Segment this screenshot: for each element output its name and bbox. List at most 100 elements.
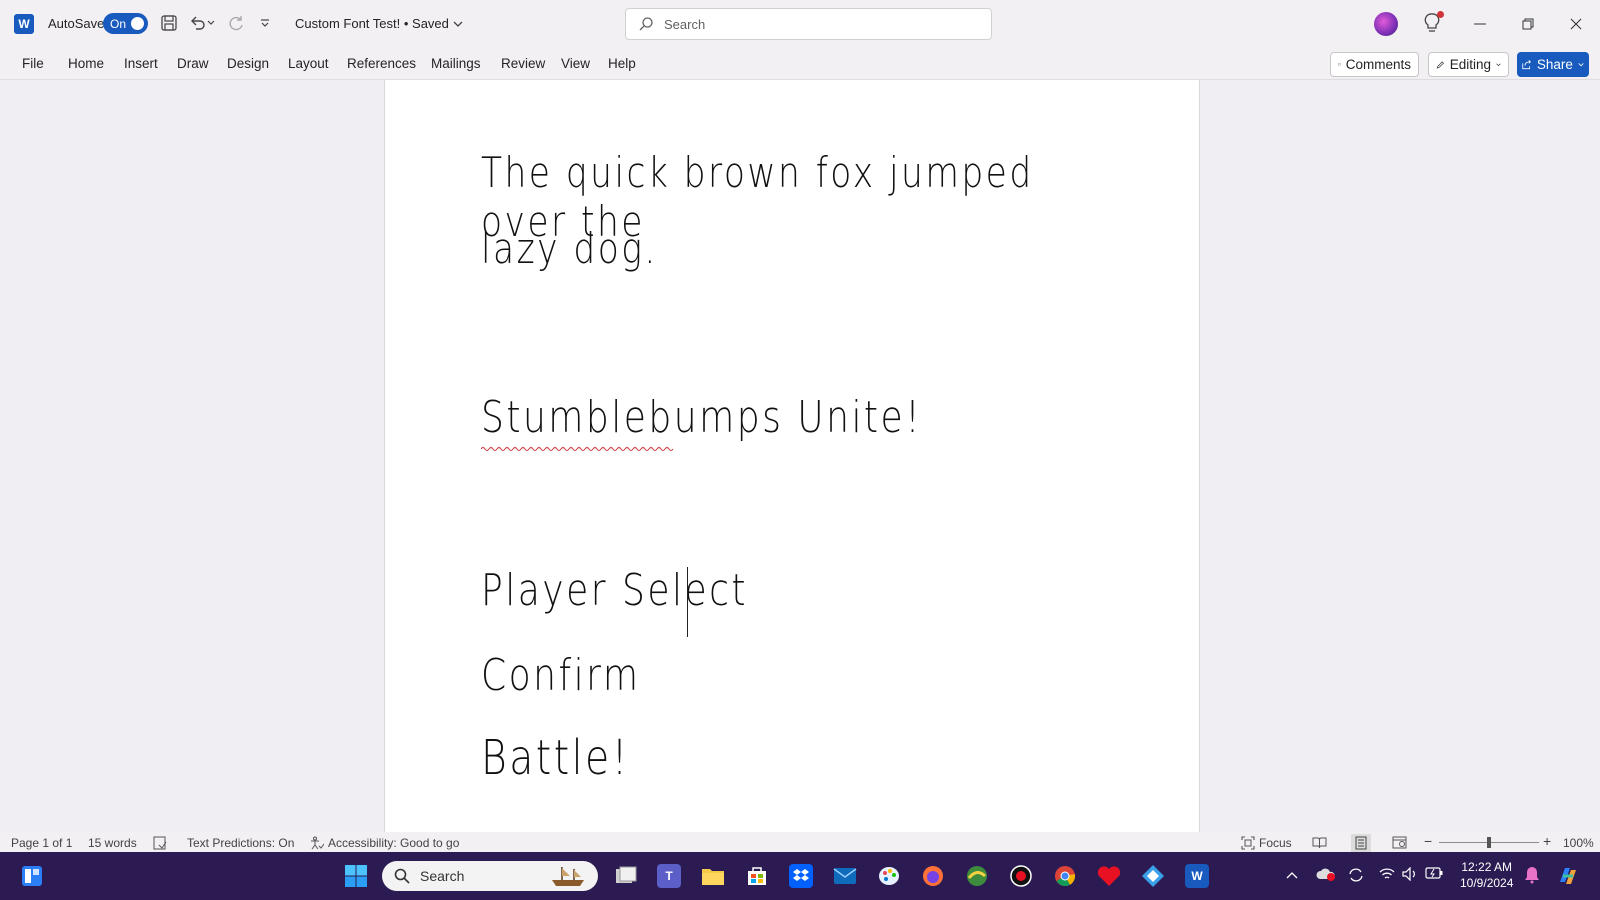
tab-view[interactable]: View [561, 56, 590, 71]
sync-icon[interactable] [1348, 867, 1364, 886]
paragraph-line[interactable]: Battle! [481, 730, 630, 786]
word-taskbar-icon[interactable]: W [1185, 864, 1209, 888]
comment-icon [1338, 63, 1341, 66]
web-layout-icon[interactable] [1392, 836, 1407, 849]
paragraph-line[interactable]: Stumblebumps Unite! [481, 392, 922, 443]
share-label: Share [1536, 57, 1573, 72]
read-mode-icon[interactable] [1312, 836, 1327, 849]
comments-label: Comments [1345, 57, 1411, 72]
zoom-level[interactable]: 100% [1563, 836, 1594, 850]
autosave-state: On [110, 16, 127, 31]
clock-date: 10/9/2024 [1460, 876, 1514, 890]
tab-mailings[interactable]: Mailings [431, 56, 481, 71]
proofing-icon[interactable] [153, 836, 167, 850]
tab-references[interactable]: References [347, 56, 416, 71]
notification-bell-icon[interactable] [1524, 866, 1540, 887]
tab-draw[interactable]: Draw [177, 56, 209, 71]
comments-button[interactable]: Comments [1330, 52, 1419, 77]
status-bar: Page 1 of 1 15 words Text Predictions: O… [0, 832, 1600, 852]
tab-design[interactable]: Design [227, 56, 269, 71]
search-placeholder: Search [664, 16, 706, 32]
microsoft-store-icon[interactable] [745, 864, 769, 888]
notification-dot [1437, 11, 1444, 18]
title-bar: W AutoSave On Custom Font Test! • Saved … [0, 0, 1600, 48]
close-icon[interactable] [1564, 12, 1588, 36]
text-predictions-status[interactable]: Text Predictions: On [187, 836, 294, 850]
ribbon-tabs: File Home Insert Draw Design Layout Refe… [0, 48, 1600, 80]
share-button[interactable]: Share [1517, 52, 1589, 77]
onedrive-error-icon[interactable] [1316, 867, 1336, 884]
paragraph-line[interactable]: Player Select [481, 565, 748, 616]
focus-button[interactable]: Focus [1241, 836, 1292, 850]
chrome-icon[interactable] [1053, 864, 1077, 888]
tab-review[interactable]: Review [501, 56, 545, 71]
document-title[interactable]: Custom Font Test! • Saved [295, 16, 463, 31]
zoom-in-button[interactable]: + [1543, 833, 1551, 849]
tab-help[interactable]: Help [608, 56, 636, 71]
widgets-icon[interactable] [20, 864, 44, 888]
word-count[interactable]: 15 words [88, 836, 137, 850]
search-icon [394, 868, 410, 884]
word-app-icon: W [14, 14, 34, 34]
customize-toolbar-icon[interactable] [254, 12, 276, 34]
mail-icon[interactable] [833, 864, 857, 888]
task-view-icon[interactable] [614, 864, 638, 888]
chevron-down-icon [1578, 62, 1584, 66]
document-page[interactable]: The quick brown fox jumped over the lazy… [384, 80, 1200, 832]
autosave-toggle[interactable]: On [103, 13, 148, 34]
volume-icon[interactable] [1402, 866, 1418, 884]
minimize-icon[interactable] [1468, 12, 1492, 36]
focus-label: Focus [1259, 836, 1292, 850]
undo-dropdown-icon[interactable] [205, 12, 217, 34]
taskbar-search-placeholder: Search [420, 868, 465, 884]
editing-label: Editing [1449, 57, 1492, 72]
zoom-out-button[interactable]: − [1424, 833, 1432, 849]
focus-icon [1241, 836, 1255, 850]
diamond-app-icon[interactable] [1141, 864, 1165, 888]
redo-icon[interactable] [225, 12, 247, 34]
heart-app-icon[interactable] [1097, 864, 1121, 888]
game-app-icon[interactable] [965, 864, 989, 888]
accessibility-status[interactable]: Accessibility: Good to go [310, 836, 459, 850]
editing-mode-button[interactable]: Editing [1428, 52, 1509, 77]
print-layout-icon[interactable] [1351, 834, 1371, 852]
tab-layout[interactable]: Layout [288, 56, 329, 71]
ship-illustration-icon [552, 867, 584, 886]
paint-icon[interactable] [877, 864, 901, 888]
clock-time: 12:22 AM [1461, 860, 1513, 874]
chevron-down-icon [453, 21, 463, 27]
show-hidden-icons-chevron-icon[interactable] [1286, 867, 1298, 882]
restore-icon[interactable] [1516, 12, 1540, 36]
obs-record-icon[interactable] [1009, 864, 1033, 888]
tab-home[interactable]: Home [68, 56, 104, 71]
tab-file[interactable]: File [22, 56, 44, 71]
dropbox-icon[interactable] [789, 864, 813, 888]
zoom-slider-thumb[interactable] [1487, 837, 1491, 848]
lightbulb-icon[interactable] [1422, 11, 1444, 37]
save-icon[interactable] [158, 12, 180, 34]
taskbar-clock[interactable]: 12:22 AM 10/9/2024 [1460, 859, 1513, 891]
paragraph-line[interactable]: lazy dog. [481, 224, 658, 273]
search-icon [638, 16, 654, 32]
search-input[interactable]: Search [625, 8, 992, 40]
tab-insert[interactable]: Insert [124, 56, 158, 71]
firefox-icon[interactable] [921, 864, 945, 888]
copilot-icon[interactable] [1556, 864, 1580, 891]
wifi-icon[interactable] [1379, 867, 1395, 884]
accessibility-label: Accessibility: Good to go [328, 836, 460, 850]
taskbar: Search T W 12:22 AM 10/9/2024 [0, 852, 1600, 900]
teams-icon[interactable]: T [657, 864, 681, 888]
spellcheck-underline [481, 447, 674, 451]
accessibility-icon [311, 836, 324, 850]
file-explorer-icon[interactable] [701, 864, 725, 888]
paragraph-line[interactable]: Confirm [481, 650, 640, 701]
user-avatar[interactable] [1374, 12, 1398, 36]
autosave-label: AutoSave [48, 16, 105, 31]
taskbar-search[interactable]: Search [382, 861, 598, 891]
page-count[interactable]: Page 1 of 1 [11, 836, 72, 850]
windows-start-icon[interactable] [344, 864, 368, 888]
chevron-down-icon [1496, 63, 1501, 66]
document-canvas[interactable]: The quick brown fox jumped over the lazy… [0, 80, 1600, 832]
battery-icon[interactable] [1425, 867, 1443, 882]
document-title-text: Custom Font Test! • Saved [295, 16, 449, 31]
